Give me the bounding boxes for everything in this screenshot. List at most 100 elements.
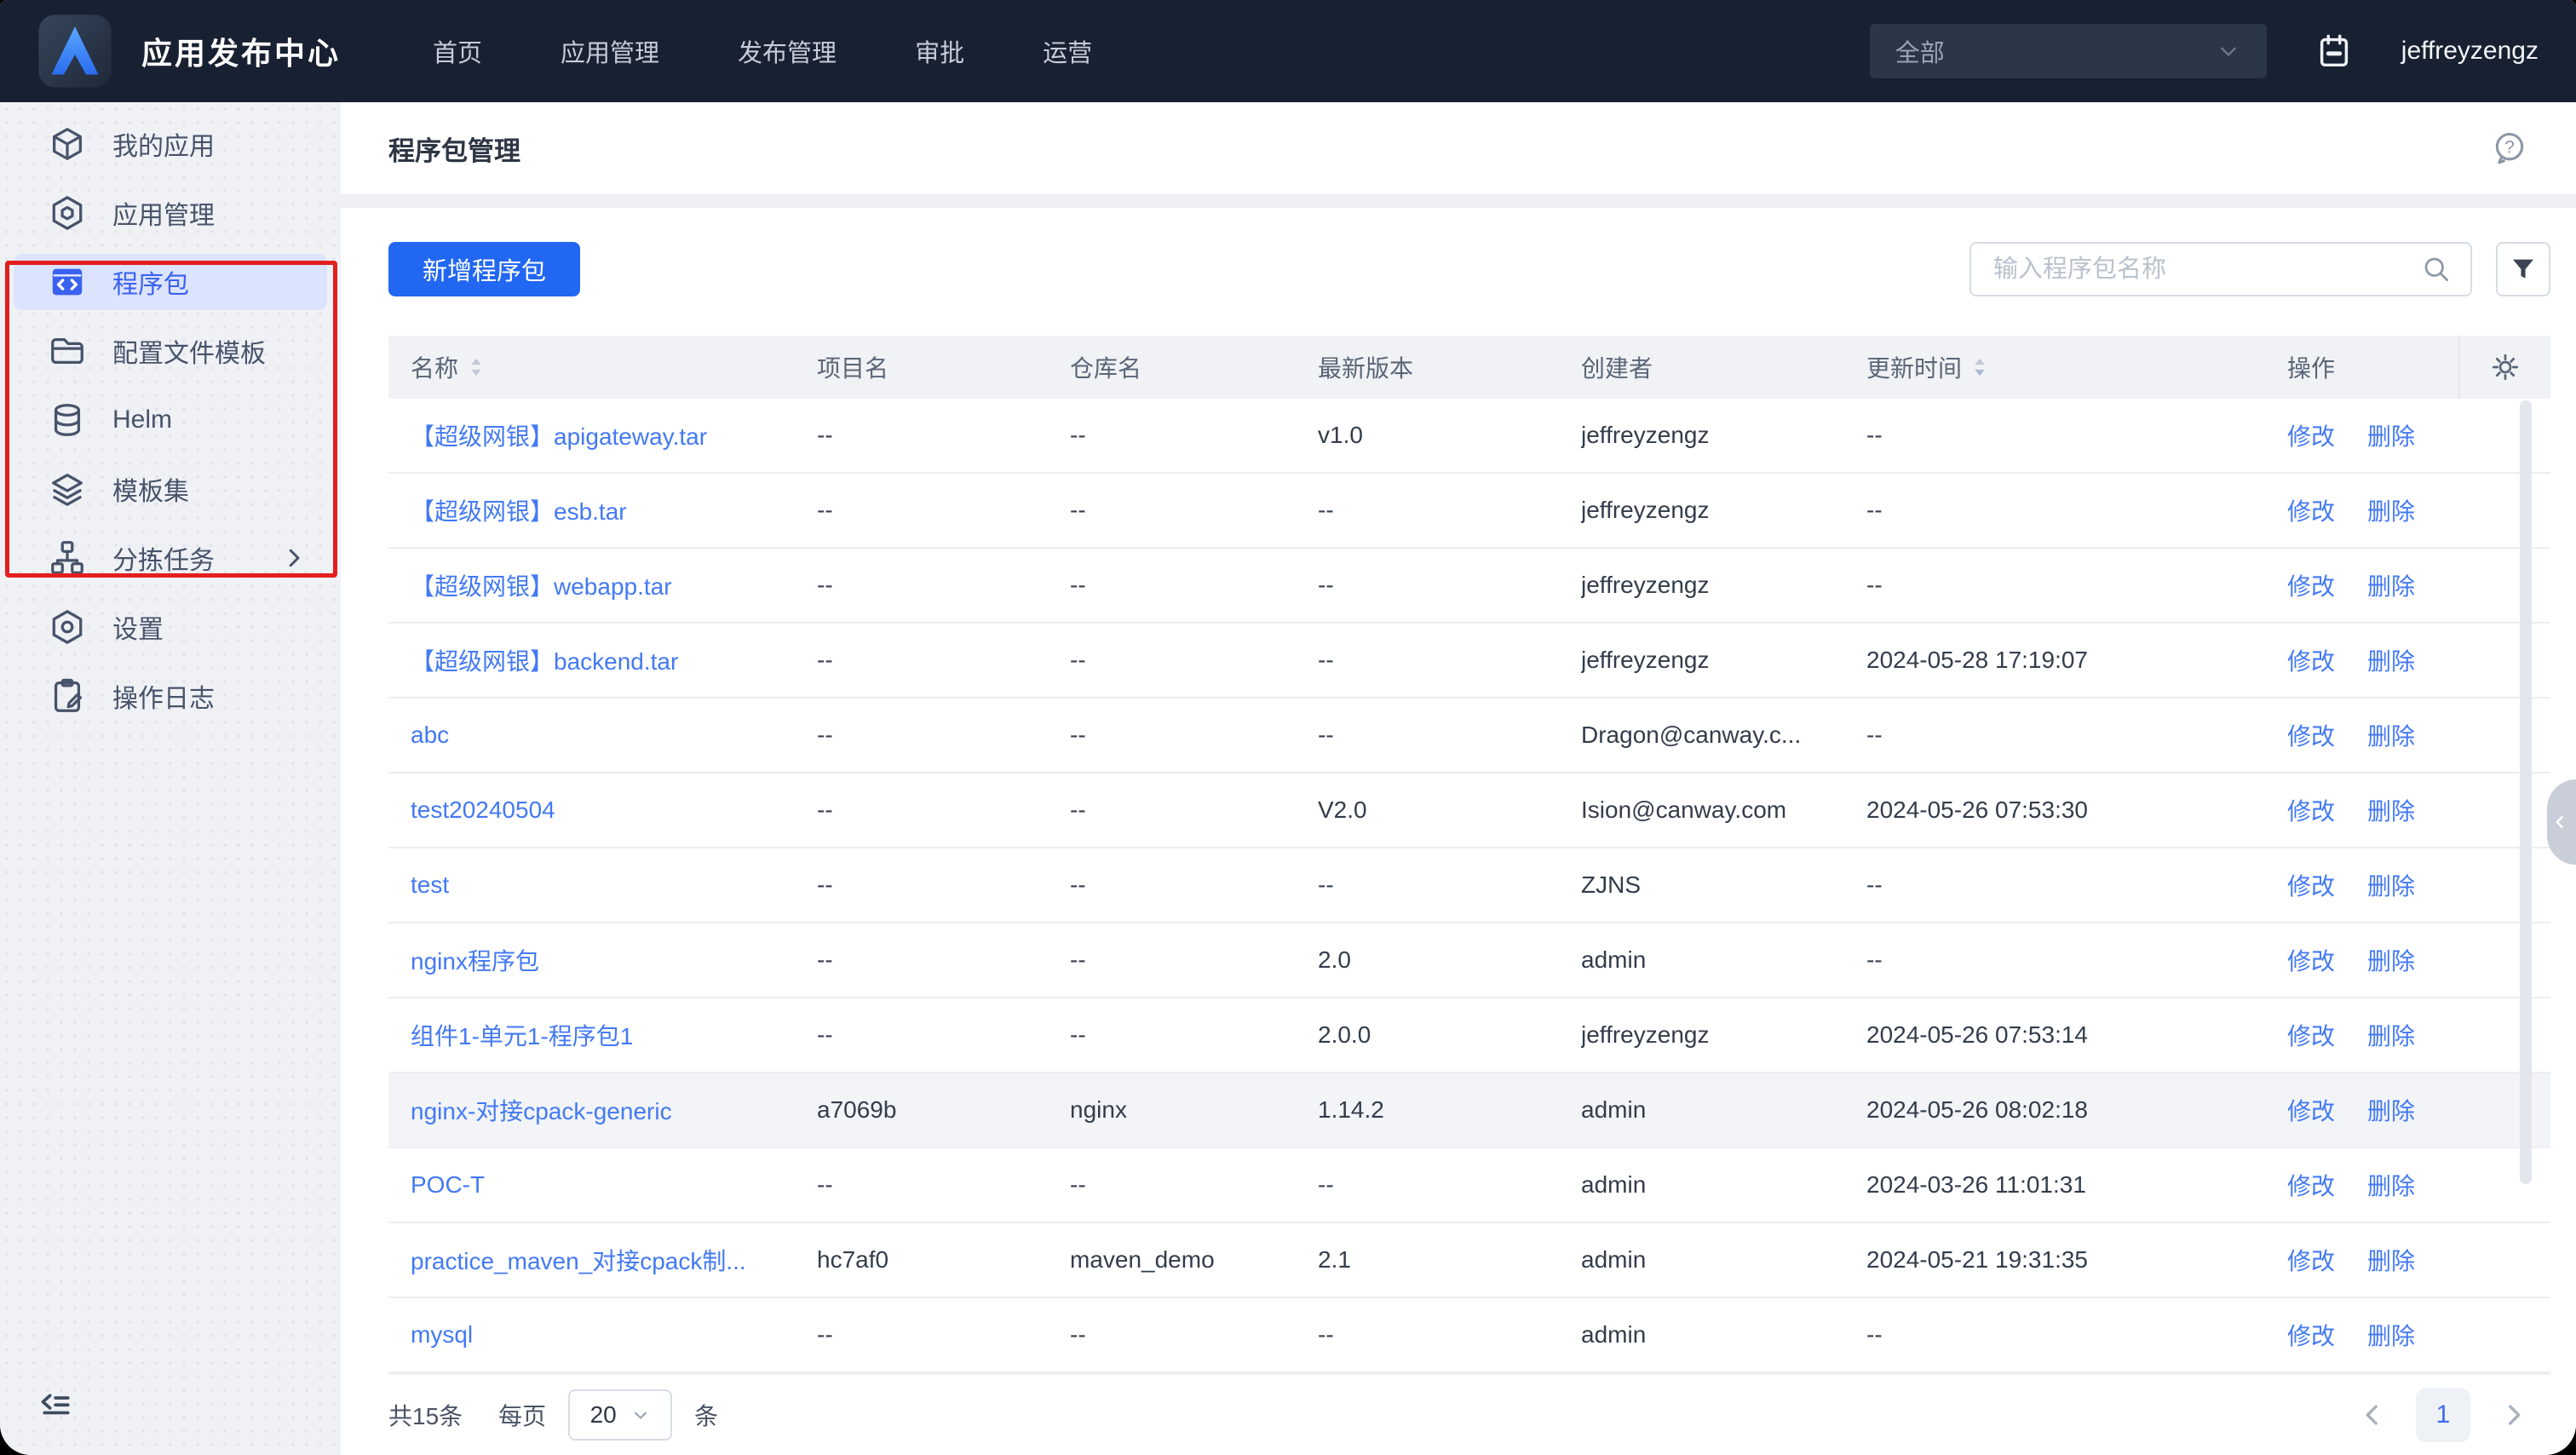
table-settings-button[interactable] (2458, 336, 2550, 399)
package-name-link[interactable]: practice_maven_对接cpack制... (411, 1248, 746, 1274)
edit-link[interactable]: 修改 (2287, 1018, 2335, 1052)
funnel-icon (2512, 259, 2534, 279)
nav-item-operations[interactable]: 运营 (1043, 33, 1092, 69)
delete-link[interactable]: 删除 (2367, 1018, 2415, 1052)
package-name-link[interactable]: test20240504 (411, 797, 555, 823)
delete-link[interactable]: 删除 (2367, 943, 2415, 977)
package-name-link[interactable]: abc (411, 722, 449, 748)
edit-link[interactable]: 修改 (2287, 793, 2335, 827)
table-row: test -- -- -- ZJNS -- 修改 删除 (388, 848, 2550, 923)
table-row: mysql -- -- -- admin -- 修改 删除 (388, 1298, 2550, 1373)
folder-icon (51, 337, 83, 365)
edit-link[interactable]: 修改 (2287, 1318, 2335, 1352)
column-header-updated[interactable]: 更新时间 (1866, 350, 2287, 384)
clipboard-pen-icon (54, 678, 82, 712)
sort-icon (1975, 358, 1985, 377)
delete-link[interactable]: 删除 (2367, 643, 2415, 677)
nav-item-home[interactable]: 首页 (433, 33, 482, 69)
unit-label: 条 (694, 1403, 719, 1429)
header-divider (341, 194, 2576, 208)
toolbar: 新增程序包 (388, 242, 2550, 296)
package-name-link[interactable]: 【超级网银】esb.tar (411, 498, 627, 525)
filter-button[interactable] (2496, 242, 2550, 296)
edit-link[interactable]: 修改 (2287, 1093, 2335, 1127)
edit-link[interactable]: 修改 (2287, 493, 2335, 527)
table-row: 【超级网银】apigateway.tar -- -- v1.0 jeffreyz… (388, 399, 2550, 474)
edit-link[interactable]: 修改 (2287, 868, 2335, 902)
delete-link[interactable]: 删除 (2367, 793, 2415, 827)
sidebar-item-helm[interactable]: Helm (14, 392, 327, 448)
next-page-icon[interactable] (2499, 1400, 2528, 1429)
brand-logo-icon[interactable] (37, 14, 112, 89)
sidebar-item-packages[interactable]: 程序包 (14, 254, 327, 310)
cube-icon (53, 128, 82, 160)
sidebar-item-operation-log[interactable]: 操作日志 (14, 668, 327, 724)
nav-item-approval[interactable]: 审批 (915, 33, 964, 69)
sidebar-item-template-set[interactable]: 模板集 (14, 461, 327, 517)
package-name-link[interactable]: test (411, 871, 449, 898)
calendar-icon[interactable] (2314, 32, 2354, 71)
delete-link[interactable]: 删除 (2367, 493, 2415, 527)
sort-icon (471, 358, 481, 377)
sidebar-item-sorting-tasks[interactable]: 分拣任务 (14, 530, 327, 586)
package-name-link[interactable]: POC-T (411, 1171, 485, 1198)
chevron-right-icon (281, 545, 307, 571)
search-icon[interactable] (2421, 254, 2452, 285)
nav-item-release-management[interactable]: 发布管理 (738, 33, 837, 69)
sidebar-item-app-management[interactable]: 应用管理 (14, 185, 327, 241)
nav-item-app-management[interactable]: 应用管理 (561, 33, 659, 69)
packages-table: 名称 项目名 仓库名 最新版本 创建者 更新时间 操作 【超级网银】apigat… (388, 336, 2550, 1373)
package-name-link[interactable]: 【超级网银】apigateway.tar (411, 423, 707, 450)
prev-page-icon[interactable] (2358, 1400, 2387, 1429)
edit-link[interactable]: 修改 (2287, 1243, 2335, 1277)
add-package-button[interactable]: 新增程序包 (388, 242, 581, 296)
package-name-link[interactable]: 【超级网银】backend.tar (411, 648, 678, 675)
collapse-sidebar-icon[interactable] (37, 1389, 75, 1426)
page-1-button[interactable]: 1 (2416, 1388, 2470, 1442)
scope-select[interactable]: 全部 (1869, 24, 2267, 78)
sidebar-item-my-apps[interactable]: 我的应用 (14, 116, 327, 172)
layers-icon (52, 474, 83, 506)
edit-link[interactable]: 修改 (2287, 1168, 2335, 1202)
edit-link[interactable]: 修改 (2287, 418, 2335, 452)
edit-link[interactable]: 修改 (2287, 643, 2335, 677)
content: 程序包管理 ? 新增程序包 输入程序包名称 名称 项目名 仓库名 最新版本 创建… (341, 102, 2576, 1455)
drawer-handle[interactable] (2547, 779, 2576, 865)
package-name-link[interactable]: nginx-对接cpack-generic (411, 1098, 672, 1124)
table-scrollbar[interactable] (2520, 400, 2532, 1184)
delete-link[interactable]: 删除 (2367, 1243, 2415, 1277)
top-navbar: 应用发布中心 首页 应用管理 发布管理 审批 运营 全部 jeffreyzeng… (0, 0, 2576, 102)
package-name-link[interactable]: 组件1-单元1-程序包1 (411, 1023, 633, 1050)
sidebar-item-settings[interactable]: 设置 (14, 599, 327, 655)
delete-link[interactable]: 删除 (2367, 418, 2415, 452)
column-header-version: 最新版本 (1318, 355, 1414, 382)
per-page-label: 每页 (498, 1403, 547, 1429)
delete-link[interactable]: 删除 (2367, 718, 2415, 752)
delete-link[interactable]: 删除 (2367, 1168, 2415, 1202)
primary-nav: 首页 应用管理 发布管理 审批 运营 (433, 33, 1092, 69)
column-header-name[interactable]: 名称 (388, 350, 817, 384)
main-area: 我的应用 应用管理 程序包 配置文件模板 Helm 模板集 分拣任务 设置 操作… (0, 102, 2576, 1455)
delete-link[interactable]: 删除 (2367, 1318, 2415, 1352)
edit-link[interactable]: 修改 (2287, 943, 2335, 977)
delete-link[interactable]: 删除 (2367, 1093, 2415, 1127)
package-name-link[interactable]: 【超级网银】webapp.tar (411, 573, 672, 600)
username[interactable]: jeffreyzengz (2401, 37, 2539, 66)
help-icon[interactable]: ? (2491, 129, 2528, 167)
table-row: 【超级网银】esb.tar -- -- -- jeffreyzengz -- 修… (388, 474, 2550, 549)
sidebar-item-config-templates[interactable]: 配置文件模板 (14, 323, 327, 379)
page-size-select[interactable]: 20 (568, 1389, 673, 1441)
edit-link[interactable]: 修改 (2287, 718, 2335, 752)
svg-text:?: ? (2504, 138, 2515, 158)
delete-link[interactable]: 删除 (2367, 568, 2415, 602)
table-row: POC-T -- -- -- admin 2024-03-26 11:01:31… (388, 1148, 2550, 1223)
package-name-link[interactable]: mysql (411, 1321, 473, 1348)
table-row: nginx程序包 -- -- 2.0 admin -- 修改 删除 (388, 923, 2550, 998)
table-row: 【超级网银】backend.tar -- -- -- jeffreyzengz … (388, 624, 2550, 699)
package-name-link[interactable]: nginx程序包 (411, 948, 539, 975)
delete-link[interactable]: 删除 (2367, 868, 2415, 902)
table-row: test20240504 -- -- V2.0 Ision@canway.com… (388, 774, 2550, 848)
edit-link[interactable]: 修改 (2287, 568, 2335, 602)
search-input[interactable] (1993, 255, 2421, 284)
table-row-highlighted: nginx-对接cpack-generic a7069b nginx 1.14.… (388, 1073, 2550, 1148)
